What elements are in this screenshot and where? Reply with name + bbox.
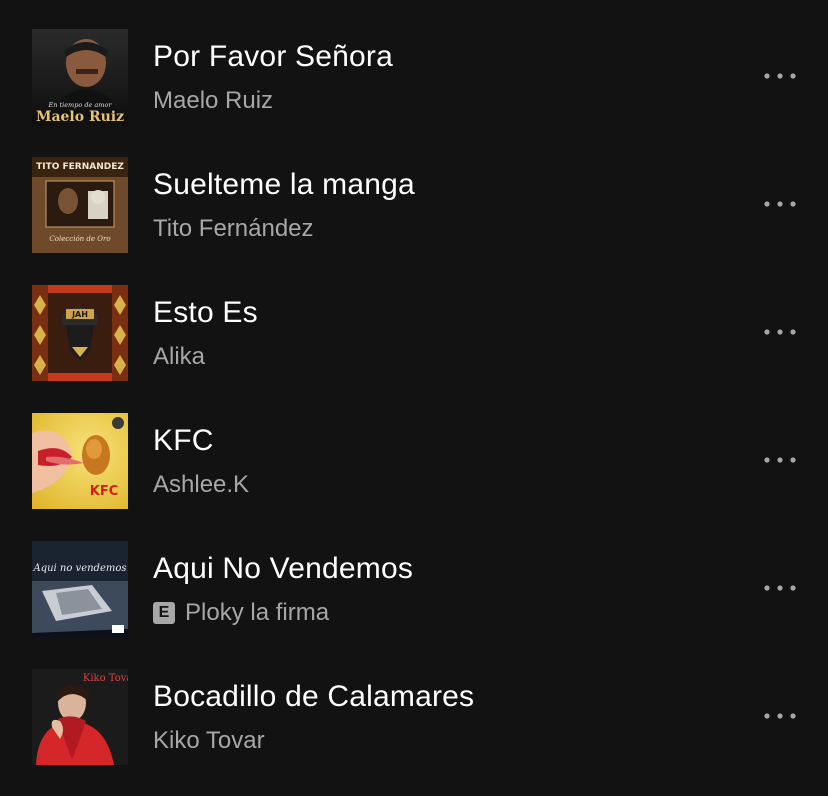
more-options-button[interactable] xyxy=(760,576,800,600)
track-artist[interactable]: Alika xyxy=(153,343,205,371)
explicit-badge: E xyxy=(153,602,175,624)
album-cover-art: TITO FERNANDEZ Colección de Oro xyxy=(32,157,128,253)
track-title: Aqui No Vendemos xyxy=(153,552,414,585)
track-row[interactable]: En tiempo de amor Maelo Ruiz Por Favor S… xyxy=(0,28,828,156)
track-title: Suelteme la manga xyxy=(153,168,415,201)
track-row[interactable]: Aqui no vendemos Aqui No Vendemos E Plok… xyxy=(0,540,828,668)
more-options-icon xyxy=(764,713,796,719)
album-cover: Kiko Tovar xyxy=(32,669,128,765)
track-meta: Alika xyxy=(153,343,205,371)
more-options-button[interactable] xyxy=(760,320,800,344)
track-artist[interactable]: Tito Fernández xyxy=(153,215,314,243)
more-options-icon xyxy=(764,457,796,463)
track-row[interactable]: TITO FERNANDEZ Colección de Oro Suelteme… xyxy=(0,156,828,284)
track-artist[interactable]: Maelo Ruiz xyxy=(153,87,273,115)
svg-text:En tiempo de amor: En tiempo de amor xyxy=(48,101,113,109)
track-row[interactable]: KFC KFC Ashlee.K xyxy=(0,412,828,540)
more-options-button[interactable] xyxy=(760,64,800,88)
more-options-icon xyxy=(764,201,796,207)
svg-text:TITO FERNANDEZ: TITO FERNANDEZ xyxy=(36,162,124,172)
svg-text:Colección de Oro: Colección de Oro xyxy=(49,235,110,243)
album-cover: En tiempo de amor Maelo Ruiz xyxy=(32,29,128,125)
album-cover-art: KFC xyxy=(32,413,128,509)
track-artist[interactable]: Kiko Tovar xyxy=(153,727,265,755)
track-meta: Maelo Ruiz xyxy=(153,87,273,115)
svg-text:JAH: JAH xyxy=(71,310,88,319)
track-row[interactable]: JAH Esto Es Alika xyxy=(0,284,828,412)
more-options-button[interactable] xyxy=(760,448,800,472)
album-cover-art: Aqui no vendemos xyxy=(32,541,128,637)
album-cover: TITO FERNANDEZ Colección de Oro xyxy=(32,157,128,253)
svg-text:Maelo Ruiz: Maelo Ruiz xyxy=(36,109,124,125)
album-cover-art: En tiempo de amor Maelo Ruiz xyxy=(32,29,128,125)
album-cover-art: JAH xyxy=(32,285,128,381)
album-cover-art: Kiko Tovar xyxy=(32,669,128,765)
track-title: Bocadillo de Calamares xyxy=(153,680,475,713)
track-title: Por Favor Señora xyxy=(153,40,393,73)
track-meta: Ashlee.K xyxy=(153,471,249,499)
album-cover: JAH xyxy=(32,285,128,381)
more-options-button[interactable] xyxy=(760,704,800,728)
track-row[interactable]: Kiko Tovar Bocadillo de Calamares Kiko T… xyxy=(0,668,828,796)
album-cover: Aqui no vendemos xyxy=(32,541,128,637)
track-meta: E Ploky la firma xyxy=(153,599,329,627)
track-meta: Tito Fernández xyxy=(153,215,314,243)
svg-text:Aqui no vendemos: Aqui no vendemos xyxy=(32,563,126,574)
track-list: En tiempo de amor Maelo Ruiz Por Favor S… xyxy=(0,28,828,796)
track-artist[interactable]: Ploky la firma xyxy=(185,599,329,627)
more-options-icon xyxy=(764,329,796,335)
svg-text:KFC: KFC xyxy=(90,484,119,499)
track-title: Esto Es xyxy=(153,296,258,329)
more-options-icon xyxy=(764,585,796,591)
svg-text:Kiko Tovar: Kiko Tovar xyxy=(83,673,128,684)
album-cover: KFC xyxy=(32,413,128,509)
track-meta: Kiko Tovar xyxy=(153,727,265,755)
track-artist[interactable]: Ashlee.K xyxy=(153,471,249,499)
more-options-button[interactable] xyxy=(760,192,800,216)
track-title: KFC xyxy=(153,424,214,457)
more-options-icon xyxy=(764,73,796,79)
